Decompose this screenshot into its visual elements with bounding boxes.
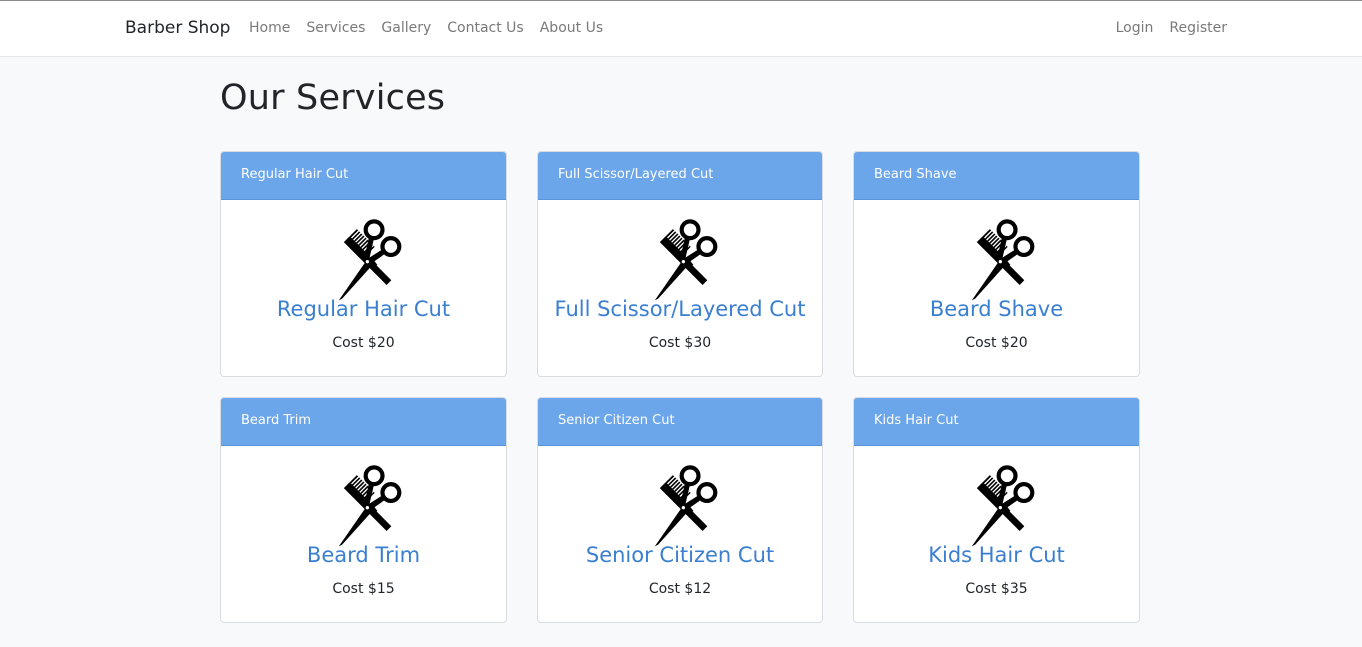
service-title-link[interactable]: Senior Citizen Cut <box>538 543 822 567</box>
service-cost: Cost $20 <box>332 335 395 351</box>
scissors-comb-icon <box>955 464 1039 548</box>
card-body: Senior Citizen Cut Cost $12 <box>538 446 822 622</box>
nav-right: Login Register <box>1116 20 1227 36</box>
service-cost: Cost $15 <box>332 581 395 597</box>
card-body: Full Scissor/Layered Cut Cost $30 <box>538 200 822 376</box>
service-cost: Cost $20 <box>965 335 1028 351</box>
scissors-comb-icon <box>322 464 406 548</box>
service-title-link[interactable]: Beard Shave <box>854 297 1139 321</box>
service-card: Senior Citizen Cut Senior Citizen Cut Co… <box>537 397 823 623</box>
service-cost: Cost $30 <box>648 335 712 351</box>
service-card: Regular Hair Cut Regular Hair Cut Cost $… <box>220 151 507 377</box>
service-card: Beard Trim Beard Trim Cost $15 <box>220 397 507 623</box>
card-body: Beard Trim Cost $15 <box>221 446 506 622</box>
nav-gallery[interactable]: Gallery <box>381 20 431 36</box>
card-body: Regular Hair Cut Cost $20 <box>221 200 506 376</box>
page-title: Our Services <box>220 78 446 118</box>
service-title-link[interactable]: Kids Hair Cut <box>854 543 1139 567</box>
service-card: Full Scissor/Layered Cut Full Scissor/La… <box>537 151 823 377</box>
nav-login[interactable]: Login <box>1116 20 1154 36</box>
nav-services[interactable]: Services <box>306 20 365 36</box>
card-body: Beard Shave Cost $20 <box>854 200 1139 376</box>
service-title-link[interactable]: Full Scissor/Layered Cut <box>538 297 822 321</box>
service-cost: Cost $35 <box>965 581 1028 597</box>
nav-register[interactable]: Register <box>1169 20 1227 36</box>
service-title-link[interactable]: Beard Trim <box>221 543 506 567</box>
nav-home[interactable]: Home <box>249 20 290 36</box>
card-header: Full Scissor/Layered Cut <box>538 152 822 200</box>
card-body: Kids Hair Cut Cost $35 <box>854 446 1139 622</box>
card-header: Regular Hair Cut <box>221 152 506 200</box>
nav-contact-us[interactable]: Contact Us <box>447 20 523 36</box>
card-header: Senior Citizen Cut <box>538 398 822 446</box>
service-card: Kids Hair Cut Kids Hair Cut Cost $35 <box>853 397 1140 623</box>
service-card: Beard Shave Beard Shave Cost $20 <box>853 151 1140 377</box>
service-cost: Cost $12 <box>648 581 712 597</box>
card-header: Kids Hair Cut <box>854 398 1139 446</box>
scissors-comb-icon <box>638 464 722 548</box>
card-header: Beard Shave <box>854 152 1139 200</box>
scissors-comb-icon <box>638 218 722 302</box>
scissors-comb-icon <box>322 218 406 302</box>
nav-about-us[interactable]: About Us <box>540 20 603 36</box>
nav-left: Home Services Gallery Contact Us About U… <box>249 20 603 36</box>
services-grid: Regular Hair Cut Regular Hair Cut Cost $… <box>220 151 1140 623</box>
brand-link[interactable]: Barber Shop <box>125 18 230 38</box>
service-title-link[interactable]: Regular Hair Cut <box>221 297 506 321</box>
scissors-comb-icon <box>955 218 1039 302</box>
card-header: Beard Trim <box>221 398 506 446</box>
navbar: Barber Shop Home Services Gallery Contac… <box>0 0 1362 57</box>
